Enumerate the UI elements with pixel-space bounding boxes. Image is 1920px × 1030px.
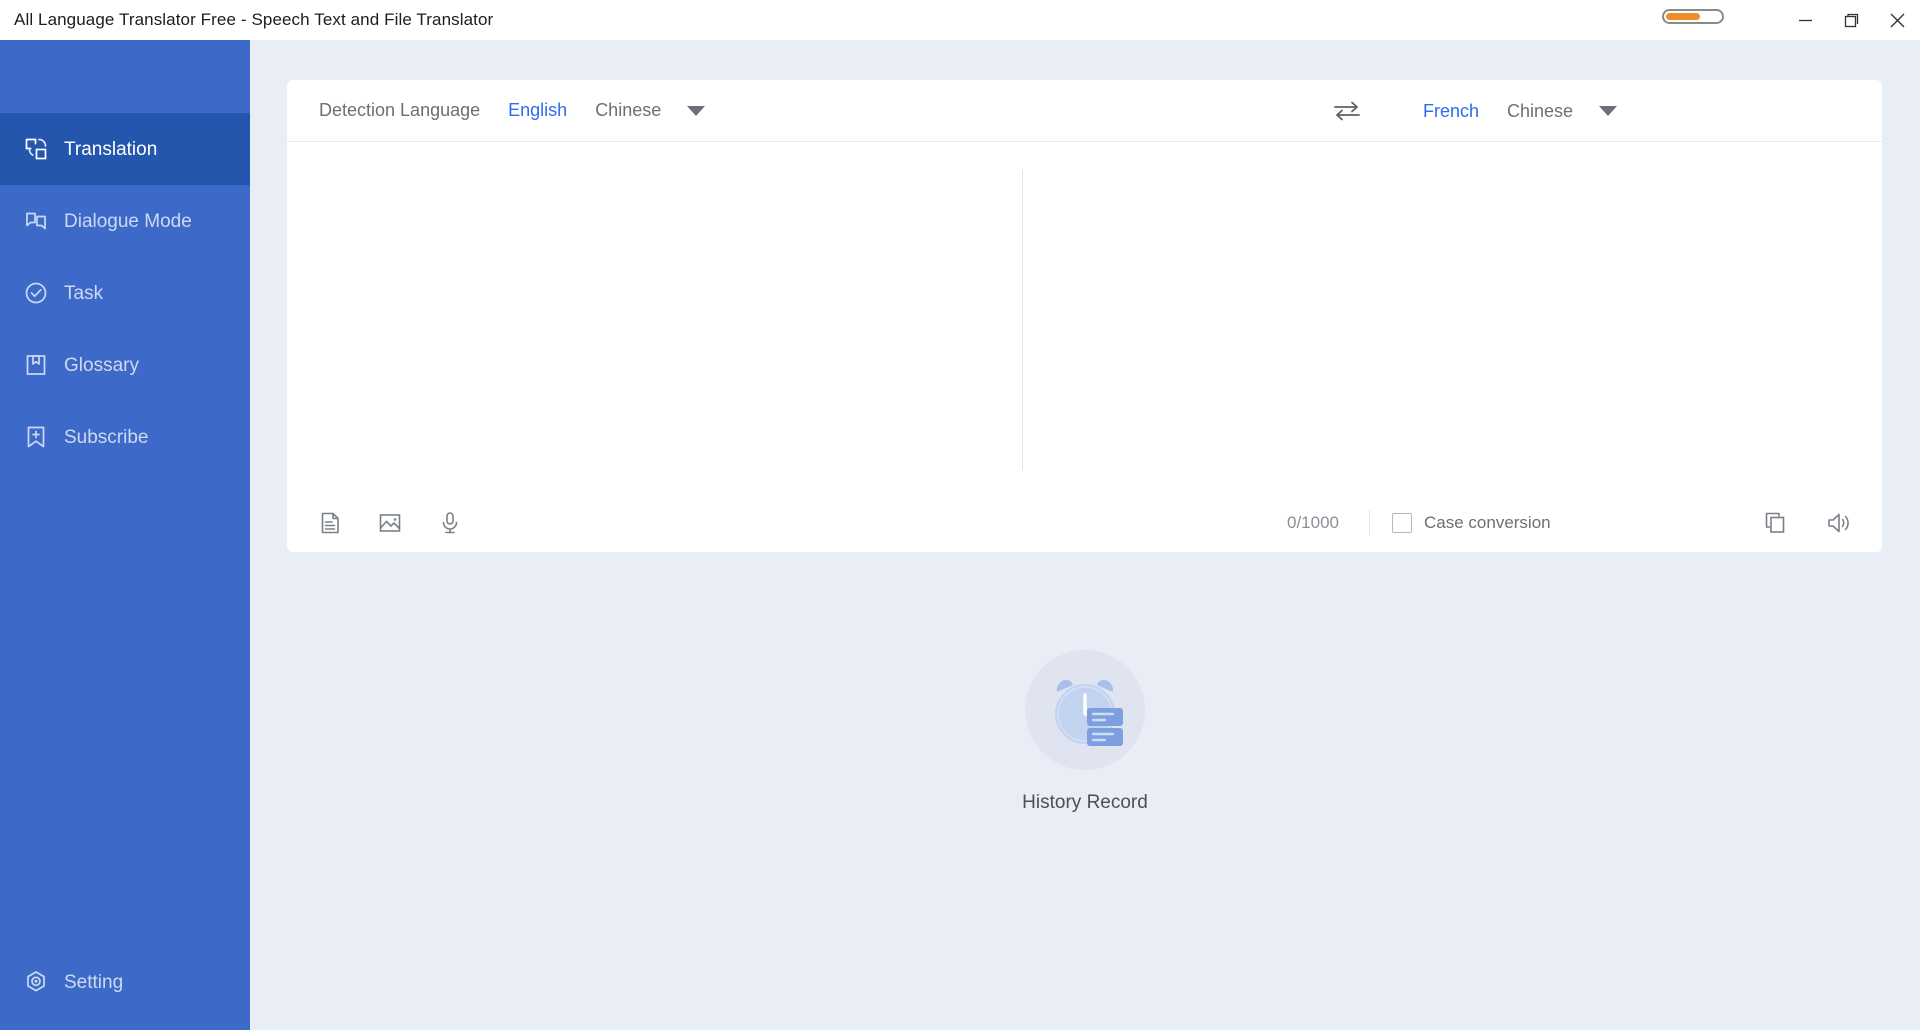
case-conversion-checkbox[interactable] bbox=[1392, 512, 1412, 533]
case-conversion-label: Case conversion bbox=[1424, 512, 1551, 532]
source-language-english[interactable]: English bbox=[494, 100, 581, 121]
main-content: Detection Language English Chinese Frenc… bbox=[250, 40, 1920, 1030]
translator-toolbar: 0/1000 Case conversion bbox=[287, 494, 1882, 551]
translator-panels bbox=[287, 142, 1882, 494]
progress-pill-fill bbox=[1666, 12, 1700, 20]
chevron-down-icon[interactable] bbox=[1599, 106, 1618, 116]
close-button[interactable] bbox=[1874, 0, 1920, 40]
sidebar-item-label: Translation bbox=[64, 138, 158, 160]
history-empty-state: History Record bbox=[250, 650, 1920, 814]
window-controls bbox=[1662, 0, 1920, 40]
target-tools bbox=[1760, 494, 1854, 551]
translator-card: Detection Language English Chinese Frenc… bbox=[287, 80, 1882, 552]
swap-arrows-icon bbox=[1334, 101, 1360, 120]
copy-icon[interactable] bbox=[1760, 508, 1790, 538]
sidebar-item-label: Glossary bbox=[64, 354, 139, 376]
progress-pill-indicator bbox=[1662, 8, 1724, 24]
microphone-icon[interactable] bbox=[435, 508, 465, 538]
swap-languages-button[interactable] bbox=[1327, 91, 1367, 131]
sidebar-item-task[interactable]: Task bbox=[0, 257, 250, 329]
sidebar-item-label: Dialogue Mode bbox=[64, 210, 192, 232]
glossary-book-icon bbox=[22, 351, 50, 379]
sidebar-item-setting[interactable]: Setting bbox=[0, 956, 250, 1008]
source-tools bbox=[315, 494, 465, 551]
sidebar-item-label: Task bbox=[64, 282, 104, 304]
sidebar-item-subscribe[interactable]: Subscribe bbox=[0, 401, 250, 473]
window-titlebar: All Language Translator Free - Speech Te… bbox=[0, 0, 1920, 40]
source-language-chinese[interactable]: Chinese bbox=[581, 100, 675, 121]
sidebar-nav: Translation Dialogue Mode Task Glossary … bbox=[0, 113, 250, 473]
task-check-icon bbox=[22, 279, 50, 307]
subscribe-bookmark-icon bbox=[22, 423, 50, 451]
target-language-french[interactable]: French bbox=[1409, 101, 1493, 122]
sidebar-item-translation[interactable]: Translation bbox=[0, 113, 250, 185]
sidebar-item-label: Setting bbox=[64, 971, 124, 993]
window-title: All Language Translator Free - Speech Te… bbox=[14, 10, 494, 29]
dialogue-icon bbox=[22, 207, 50, 235]
target-language-group: French Chinese bbox=[1409, 80, 1627, 142]
detect-language-option[interactable]: Detection Language bbox=[305, 100, 494, 121]
image-icon[interactable] bbox=[375, 508, 405, 538]
sidebar-item-label: Subscribe bbox=[64, 426, 149, 448]
translation-icon bbox=[22, 135, 50, 163]
gear-icon bbox=[22, 968, 50, 996]
source-language-group: Detection Language English Chinese bbox=[287, 80, 715, 142]
target-text-output[interactable] bbox=[1023, 142, 1882, 494]
character-counter: 0/1000 bbox=[1287, 512, 1339, 532]
sidebar-item-dialogue-mode[interactable]: Dialogue Mode bbox=[0, 185, 250, 257]
target-language-chinese[interactable]: Chinese bbox=[1493, 101, 1587, 122]
case-conversion-control[interactable]: Case conversion bbox=[1392, 494, 1551, 551]
sidebar: Translation Dialogue Mode Task Glossary … bbox=[0, 40, 250, 1030]
document-icon[interactable] bbox=[315, 508, 345, 538]
chevron-down-icon[interactable] bbox=[687, 105, 706, 116]
speaker-icon[interactable] bbox=[1824, 508, 1854, 538]
sidebar-item-glossary[interactable]: Glossary bbox=[0, 329, 250, 401]
source-text-input[interactable] bbox=[287, 142, 1022, 494]
language-bar: Detection Language English Chinese Frenc… bbox=[287, 80, 1882, 142]
history-record-label: History Record bbox=[1022, 792, 1148, 813]
minimize-button[interactable] bbox=[1782, 0, 1828, 40]
history-icon-background bbox=[1025, 650, 1145, 770]
toolbar-divider bbox=[1369, 510, 1370, 535]
maximize-button[interactable] bbox=[1828, 0, 1874, 40]
alarm-clock-history-icon bbox=[1055, 679, 1123, 746]
